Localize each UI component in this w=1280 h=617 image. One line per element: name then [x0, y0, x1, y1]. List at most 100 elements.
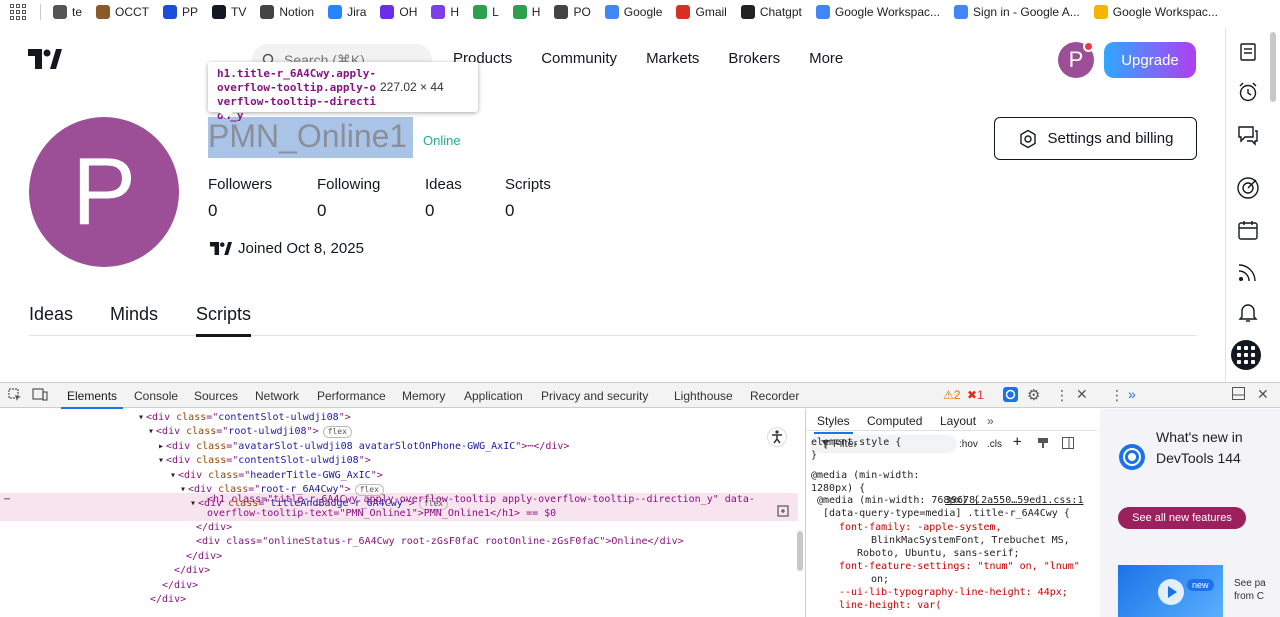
nav-markets[interactable]: Markets — [646, 50, 699, 67]
css-rule-line[interactable]: font-feature-settings: "tnum" on, "lnum" — [839, 560, 1080, 573]
sidebar-more-icon[interactable]: ⋮ — [1110, 387, 1124, 404]
page-scrollbar[interactable] — [1270, 32, 1276, 102]
bookmark-item[interactable]: te — [53, 5, 82, 19]
devtools-tab-memory[interactable]: Memory — [402, 389, 445, 403]
bookmark-item[interactable]: H — [512, 5, 540, 19]
selected-node-line-2[interactable]: overflow-tooltip-text="PMN_Online1">PMN_… — [207, 507, 556, 521]
feature-thumbnail[interactable] — [1118, 565, 1223, 617]
bookmark-item[interactable]: OH — [380, 5, 417, 19]
stat-following[interactable]: Following 0 — [317, 176, 380, 221]
devtools-tab-console[interactable]: Console — [134, 389, 178, 403]
tab-ideas[interactable]: Ideas — [29, 304, 73, 336]
bookmark-item[interactable]: Google Workspac... — [815, 5, 940, 19]
bookmark-item[interactable]: H — [431, 5, 459, 19]
devtools-tab-application[interactable]: Application — [464, 389, 523, 403]
bookmark-item[interactable]: Chatgpt — [740, 5, 802, 19]
devtools-tab-privacy[interactable]: Privacy and security — [541, 389, 648, 403]
apps-grid-icon[interactable] — [10, 4, 26, 20]
alarm-clock-icon[interactable] — [1236, 80, 1260, 104]
devtools-tab-sources[interactable]: Sources — [194, 389, 238, 403]
stat-scripts[interactable]: Scripts 0 — [505, 176, 551, 221]
dom-node-line[interactable]: </div> — [174, 564, 210, 578]
bookmark-item[interactable]: Google — [604, 5, 662, 19]
accessibility-icon[interactable] — [767, 427, 787, 447]
upgrade-button[interactable]: Upgrade — [1104, 42, 1196, 78]
dom-node-line[interactable]: </div> — [162, 579, 198, 593]
tradingview-logo[interactable] — [28, 49, 62, 69]
elements-scrollbar[interactable] — [797, 531, 803, 571]
bookmark-item[interactable]: Notion — [260, 5, 314, 19]
dom-node-line[interactable]: ▾ <div class="root-ulwdji08"> flex — [148, 425, 352, 439]
nav-community[interactable]: Community — [541, 50, 617, 67]
errors-count[interactable]: ✖1 — [967, 388, 984, 402]
dom-node-line[interactable]: ▾ <div class="headerTitle-GWG_AxIC"> — [170, 469, 383, 483]
dom-node-line[interactable]: </div> — [150, 593, 186, 607]
extension-icon[interactable] — [1003, 387, 1018, 405]
css-rule-line[interactable]: [data-query-type=media] .title-r_6A4Cwy … — [823, 507, 1070, 520]
bookmark-item[interactable]: PO — [554, 5, 591, 19]
bookmark-item[interactable]: Gmail — [676, 5, 727, 19]
calendar-icon[interactable] — [1236, 218, 1260, 242]
close-devtools-icon[interactable]: ✕ — [1257, 386, 1269, 403]
bookmark-item[interactable]: L — [473, 5, 499, 19]
dom-node-line[interactable]: </div> — [196, 521, 232, 535]
tab-scripts[interactable]: Scripts — [196, 304, 252, 337]
news-feed-icon[interactable] — [1236, 260, 1260, 284]
tab-computed[interactable]: Computed — [867, 414, 922, 428]
devtools-tab-network[interactable]: Network — [255, 389, 299, 403]
watchlist-icon[interactable] — [1236, 40, 1260, 64]
notifications-bell-icon[interactable] — [1236, 300, 1260, 324]
css-rule-line[interactable]: element.style { — [811, 436, 901, 449]
dom-node-line[interactable]: ▾ <div class="contentSlot-ulwdji08"> — [158, 454, 371, 468]
devtools-tab-performance[interactable]: Performance — [317, 389, 386, 403]
tab-styles[interactable]: Styles — [814, 414, 853, 434]
bookmark-item[interactable]: OCCT — [96, 5, 149, 19]
class-toggle[interactable]: .cls — [987, 438, 1002, 451]
css-rule-line[interactable]: @media (min-width: — [811, 469, 919, 482]
nav-more[interactable]: More — [809, 50, 843, 67]
flex-badge[interactable]: flex — [322, 426, 352, 439]
warnings-count[interactable]: ⚠2 — [943, 388, 960, 402]
tab-minds[interactable]: Minds — [110, 304, 158, 336]
more-tabs-icon[interactable]: » — [987, 414, 994, 428]
devtools-tab-lighthouse[interactable]: Lighthouse — [674, 389, 733, 403]
dom-node-line[interactable]: </div> — [186, 550, 222, 564]
styles-source-link[interactable]: 39678.2a550…59ed1.css:1 — [945, 494, 1083, 507]
devtools-tab-recorder[interactable]: Recorder — [750, 389, 799, 403]
device-toolbar-icon[interactable] — [32, 388, 48, 405]
products-grid-icon[interactable] — [1231, 340, 1261, 370]
see-all-features-button[interactable]: See all new features — [1118, 507, 1246, 529]
stat-followers[interactable]: Followers 0 — [208, 176, 272, 221]
bookmark-item[interactable]: Jira — [328, 5, 366, 19]
bookmark-item[interactable]: Sign in - Google A... — [954, 5, 1080, 19]
bookmark-item[interactable]: Google Workspac... — [1093, 5, 1218, 19]
css-rule-line[interactable]: font-family: -apple-system, — [839, 521, 1002, 534]
inspect-element-icon[interactable] — [8, 388, 22, 405]
devtools-more-icon[interactable]: ⋮ — [1055, 387, 1069, 404]
paint-icon[interactable] — [1037, 437, 1049, 450]
new-rule-icon[interactable]: + — [1013, 435, 1021, 449]
css-rule-line[interactable]: line-height: var( — [839, 599, 941, 612]
chevron-double-right-icon[interactable]: » — [1128, 386, 1136, 402]
bookmark-item[interactable]: TV — [212, 5, 246, 19]
profile-avatar[interactable]: P — [29, 117, 179, 267]
css-rule-line[interactable]: BlinkMacSystemFont, Trebuchet MS, — [871, 534, 1070, 547]
chat-icon[interactable] — [1236, 123, 1260, 147]
settings-and-billing-button[interactable]: Settings and billing — [994, 117, 1197, 160]
selected-node-line-1[interactable]: <h1 class="title-r_6A4Cwy apply-overflow… — [207, 493, 755, 507]
ideas-target-icon[interactable] — [1236, 176, 1260, 200]
dom-node-line[interactable]: ▾ <div class="contentSlot-ulwdji08"> — [138, 411, 351, 425]
devtools-tab-elements[interactable]: Elements — [60, 389, 124, 409]
close-panel-icon[interactable]: ✕ — [1076, 386, 1088, 403]
css-rule-line[interactable]: Roboto, Ubuntu, sans-serif; — [857, 547, 1020, 560]
tab-layout[interactable]: Layout — [940, 414, 976, 428]
hover-state-toggle[interactable]: :hov — [959, 438, 978, 451]
copy-node-icon[interactable] — [777, 505, 789, 519]
dom-node-line[interactable]: <div class="onlineStatus-r_6A4Cwy root-z… — [196, 535, 684, 549]
toggle-sidebar-icon[interactable] — [1062, 437, 1074, 450]
stat-ideas[interactable]: Ideas 0 — [425, 176, 462, 221]
css-rule-line[interactable]: on; — [871, 573, 889, 586]
nav-brokers[interactable]: Brokers — [728, 50, 780, 67]
css-rule-line[interactable]: } — [811, 449, 817, 462]
devtools-settings-icon[interactable]: ⚙ — [1027, 386, 1040, 404]
